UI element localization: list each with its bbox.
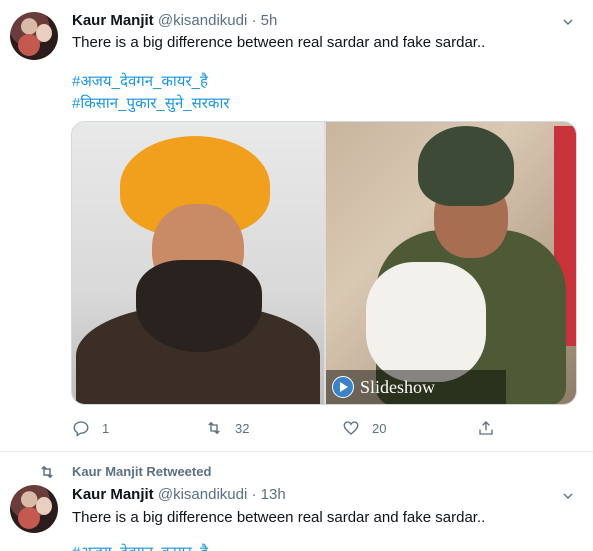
tweet-header: Kaur Manjit @kisandikudi · 5h (72, 12, 277, 29)
tweet[interactable]: Kaur Manjit Retweeted Kaur Manjit @kisan… (0, 452, 593, 551)
photo-shape (418, 126, 514, 206)
tweet-actions: 1 32 20 (72, 418, 522, 438)
photo-shape (136, 260, 262, 352)
user-handle[interactable]: @kisandikudi (158, 12, 247, 29)
reply-count: 1 (102, 420, 110, 436)
slideshow-label: Slideshow (360, 377, 436, 397)
photo-actor[interactable]: Slideshow (326, 122, 576, 404)
retweet-count: 32 (235, 420, 250, 436)
chevron-down-icon[interactable] (563, 17, 573, 27)
tweet-text: There is a big difference between real s… (72, 509, 486, 526)
reply-button[interactable]: 1 (72, 418, 109, 438)
avatar[interactable] (10, 12, 58, 60)
display-name[interactable]: Kaur Manjit (72, 12, 154, 29)
photo-sikh-portrait[interactable] (72, 122, 324, 404)
tweet-text: There is a big difference between real s… (72, 34, 486, 51)
avatar-shape (36, 497, 52, 515)
media-grid[interactable]: Slideshow (71, 121, 577, 405)
retweeted-by-label[interactable]: Kaur Manjit Retweeted (72, 464, 211, 479)
retweet-icon (41, 465, 53, 479)
share-button[interactable] (477, 418, 495, 438)
tweet-time[interactable]: 5h (261, 12, 278, 29)
separator-dot: · (251, 486, 257, 503)
share-icon (479, 421, 493, 435)
tweet-time[interactable]: 13h (261, 486, 286, 503)
hashtag-link[interactable]: #अजय_देवगन_कायर_है (72, 542, 208, 551)
reply-icon (73, 421, 89, 437)
photo-shape (366, 262, 486, 382)
like-count: 20 (372, 420, 387, 436)
retweet-icon (208, 421, 220, 435)
like-button[interactable]: 20 (342, 418, 386, 438)
heart-icon (343, 421, 359, 435)
retweet-button[interactable]: 32 (205, 418, 249, 438)
avatar[interactable] (10, 485, 58, 533)
display-name[interactable]: Kaur Manjit (72, 486, 154, 503)
chevron-down-icon[interactable] (563, 491, 573, 501)
tweet-header: Kaur Manjit @kisandikudi · 13h (72, 486, 286, 503)
play-icon (332, 376, 354, 398)
avatar-shape (36, 24, 52, 42)
slideshow-overlay[interactable]: Slideshow (326, 370, 506, 404)
hashtag-link[interactable]: #अजय_देवगन_कायर_है (72, 71, 208, 91)
user-handle[interactable]: @kisandikudi (158, 486, 247, 503)
hashtag-link[interactable]: #किसान_पुकार_सुने_सरकार (72, 93, 229, 113)
tweet[interactable]: Kaur Manjit @kisandikudi · 5h There is a… (0, 0, 593, 452)
separator-dot: · (251, 12, 257, 29)
